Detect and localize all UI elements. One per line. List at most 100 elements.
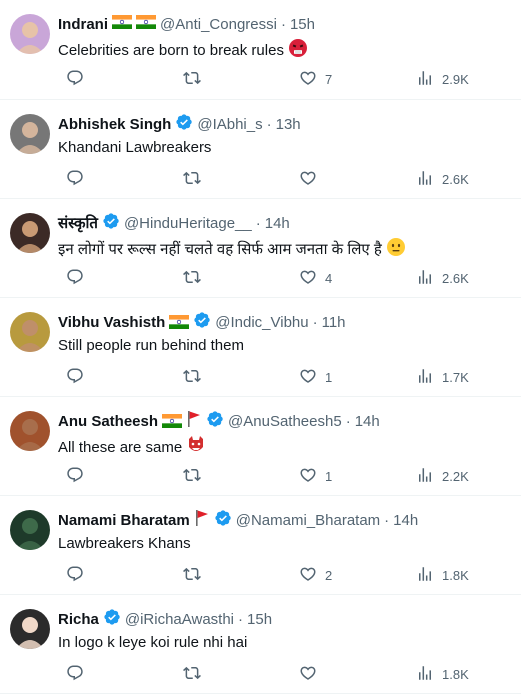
like-button[interactable]: 7 [291,69,332,90]
heart-icon [299,169,317,190]
tweet-header: संस्कृति @HinduHeritage__ · 14h [58,213,505,233]
like-button[interactable]: 2 [291,565,332,586]
tweet-text-content: In logo k leye koi rule nhi hai [58,634,248,651]
tweet[interactable]: Richa @iRichaAwasthi · 15h In logo k ley… [0,595,521,694]
tweet[interactable]: Vibhu Vashisth @Indic_Vibhu · 11h Still … [0,298,521,397]
reply-button[interactable] [58,69,92,90]
tweet[interactable]: संस्कृति @HinduHeritage__ · 14h इन लोगों… [0,199,521,298]
verified-icon[interactable] [214,509,232,527]
verified-icon[interactable] [175,113,193,131]
name-badges [108,15,157,33]
avatar[interactable] [10,312,50,352]
view-count: 1.8K [442,666,469,682]
timestamp[interactable]: 15h [247,611,272,628]
avatar[interactable] [10,510,50,550]
tweet[interactable]: Namami Bharatam @Namami_Bharatam · 14h L… [0,496,521,595]
display-name[interactable]: संस्कृति [58,213,98,233]
separator-dot: · [255,214,261,232]
user-handle[interactable]: @AnuSatheesh5 [228,413,342,430]
heart-icon [299,367,317,388]
display-name[interactable]: Abhishek Singh [58,116,171,133]
display-name[interactable]: Namami Bharatam [58,512,190,529]
separator-dot: · [345,412,351,430]
name-badges [171,113,193,135]
retweet-button[interactable] [175,466,209,487]
views-button[interactable]: 2.6K [408,268,469,289]
tweet[interactable]: Abhishek Singh @IAbhi_s · 13h Khandani L… [0,100,521,199]
like-button[interactable] [291,664,325,685]
avatar[interactable] [10,14,50,54]
views-chart-icon [416,367,434,388]
reply-button[interactable] [58,169,92,190]
like-button[interactable]: 1 [291,466,332,487]
like-button[interactable]: 4 [291,268,332,289]
timestamp[interactable]: 14h [393,512,418,529]
user-handle[interactable]: @iRichaAwasthi [125,611,234,628]
avatar[interactable] [10,213,50,253]
name-badges [98,212,120,234]
display-name[interactable]: Anu Satheesh [58,413,158,430]
user-handle[interactable]: @Namami_Bharatam [236,512,380,529]
tweet-text-content: Celebrities are born to break rules [58,42,284,59]
retweet-button[interactable] [175,367,209,388]
heart-icon [299,664,317,685]
like-button[interactable] [291,169,325,190]
timestamp[interactable]: 11h [322,314,346,331]
views-button[interactable]: 2.9K [408,69,469,90]
reply-button[interactable] [58,664,92,685]
reply-button[interactable] [58,466,92,487]
user-handle[interactable]: @IAbhi_s [197,116,262,133]
like-button[interactable]: 1 [291,367,332,388]
avatar[interactable] [10,114,50,154]
action-bar: 2.6K [58,166,511,192]
reply-button[interactable] [58,565,92,586]
display-name[interactable]: Richa [58,611,99,628]
reply-button[interactable] [58,268,92,289]
action-bar: 4 2.6K [58,265,511,291]
views-button[interactable]: 1.8K [408,664,469,685]
retweet-icon [183,367,201,388]
reply-feed: Indrani @Anti_Congressi · 15h Celebritie… [0,0,521,699]
verified-icon[interactable] [206,410,224,428]
like-count: 2 [325,567,333,583]
timestamp[interactable]: 13h [276,116,301,133]
views-button[interactable]: 1.8K [408,565,469,586]
tweet[interactable]: Indrani @Anti_Congressi · 15h Celebritie… [0,0,521,100]
user-handle[interactable]: @HinduHeritage__ [124,215,252,232]
tweet-header: Anu Satheesh @AnuSatheesh5 · 14h [58,411,505,431]
views-button[interactable]: 1.7K [408,367,469,388]
views-chart-icon [416,69,434,90]
retweet-button[interactable] [175,664,209,685]
avatar[interactable] [10,411,50,451]
verified-icon[interactable] [102,212,120,230]
user-handle[interactable]: @Anti_Congressi [160,16,277,33]
views-chart-icon [416,268,434,289]
timestamp[interactable]: 14h [265,215,290,232]
tweet-header: Abhishek Singh @IAbhi_s · 13h [58,114,505,134]
tweet-text: Khandani Lawbreakers [58,138,505,158]
tweet-text-content: All these are same [58,439,183,456]
separator-dot: · [266,115,272,133]
display-name[interactable]: Indrani [58,16,108,33]
reply-icon [66,664,84,685]
retweet-button[interactable] [175,169,209,190]
verified-icon[interactable] [103,608,121,626]
reply-button[interactable] [58,367,92,388]
action-bar: 1 2.2K [58,463,511,489]
views-button[interactable]: 2.6K [408,169,469,190]
retweet-icon [183,565,201,586]
views-chart-icon [416,466,434,487]
retweet-button[interactable] [175,69,209,90]
verified-icon[interactable] [193,311,211,329]
heart-icon [299,565,317,586]
views-button[interactable]: 2.2K [408,466,469,487]
view-count: 2.6K [442,171,469,187]
timestamp[interactable]: 15h [290,16,315,33]
timestamp[interactable]: 14h [355,413,380,430]
display-name[interactable]: Vibhu Vashisth [58,314,165,331]
user-handle[interactable]: @Indic_Vibhu [215,314,308,331]
retweet-button[interactable] [175,565,209,586]
retweet-button[interactable] [175,268,209,289]
tweet[interactable]: Anu Satheesh @AnuSatheesh5 · 14h All the… [0,397,521,496]
avatar[interactable] [10,609,50,649]
